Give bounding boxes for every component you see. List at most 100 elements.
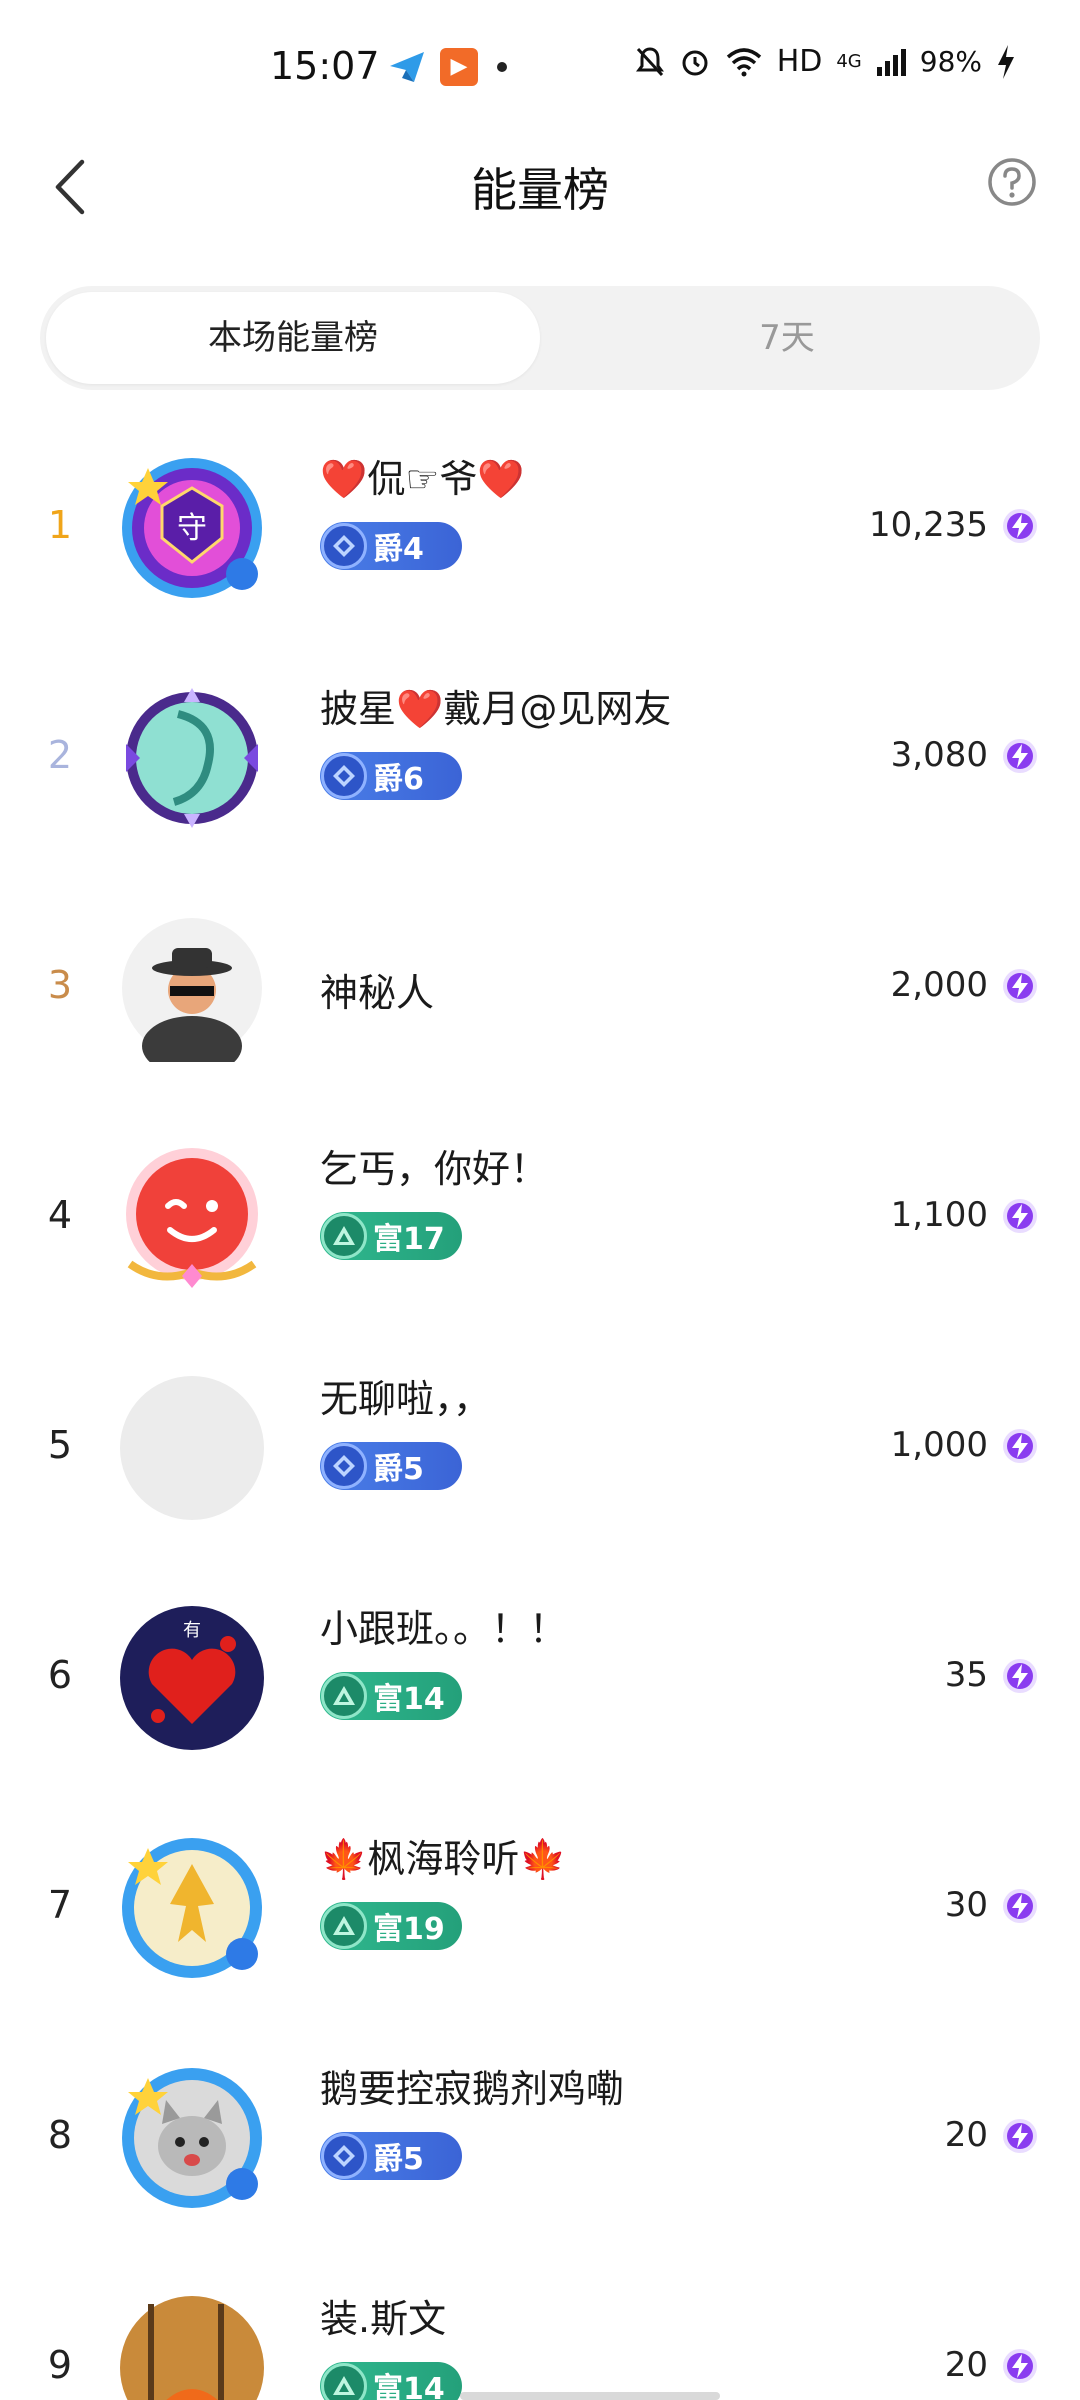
status-indicators: HD 4G 98% bbox=[635, 44, 1016, 79]
charging-icon bbox=[998, 44, 1014, 79]
wealth-level-badge: 富19 bbox=[320, 1902, 462, 1950]
energy-bolt-icon bbox=[1002, 1198, 1038, 1234]
noble-badge-icon bbox=[321, 523, 367, 569]
battery-label: 98% bbox=[919, 45, 982, 78]
leaderboard-row[interactable]: 4 乞丐，你好！ 富17 1,100 bbox=[0, 1100, 1080, 1330]
noble-badge-icon bbox=[321, 753, 367, 799]
noble-badge-icon bbox=[321, 2133, 367, 2179]
leaderboard-row[interactable]: 1 守 ❤️侃☞爷❤️ 爵4 10,235 bbox=[0, 410, 1080, 640]
wealth-badge-icon bbox=[321, 2363, 367, 2400]
network-label: HD bbox=[776, 44, 823, 79]
energy-bolt-icon bbox=[1002, 2348, 1038, 2384]
badge-label: 爵6 bbox=[373, 762, 424, 797]
rank-number: 8 bbox=[47, 2113, 73, 2157]
page-title: 能量榜 bbox=[471, 163, 609, 217]
leaderboard-tabs: 本场能量榜 7天 bbox=[40, 286, 1040, 390]
notification-dot bbox=[497, 62, 507, 72]
user-name: 小跟班。。！！ bbox=[320, 1607, 568, 1651]
rank-number: 1 bbox=[47, 503, 73, 547]
noble-level-badge: 爵6 bbox=[320, 752, 462, 800]
badge-label: 富14 bbox=[373, 1682, 445, 1717]
energy-bolt-icon bbox=[1002, 968, 1038, 1004]
page-header: 能量榜 bbox=[0, 130, 1080, 240]
video-app-icon: ▶ bbox=[440, 48, 478, 86]
user-name: 装.斯文 bbox=[320, 2297, 447, 2341]
energy-bolt-icon bbox=[1002, 1888, 1038, 1924]
badge-label: 富19 bbox=[373, 1912, 445, 1947]
leaderboard-row[interactable]: 2 披星❤️戴月@见网友 爵6 3,080 bbox=[0, 640, 1080, 870]
signal-bars-icon bbox=[876, 48, 906, 76]
leaderboard-row[interactable]: 3 神秘人 2,000 bbox=[0, 870, 1080, 1100]
energy-score: 2,000 bbox=[890, 965, 988, 1005]
user-name: ❤️侃☞爷❤️ bbox=[320, 457, 525, 501]
status-bar: 15:07 ▶ HD 4G 98% bbox=[0, 0, 1080, 130]
rank-number: 4 bbox=[47, 1193, 73, 1237]
user-name: 🍁枫海聆听🍁 bbox=[320, 1837, 567, 1881]
svg-text:有: 有 bbox=[183, 1620, 201, 1641]
user-name: 鹅要控寂鹅剂鸡嘞 bbox=[320, 2067, 625, 2111]
noble-badge-icon bbox=[321, 1443, 367, 1489]
noble-level-badge: 爵5 bbox=[320, 2132, 462, 2180]
energy-score: 3,080 bbox=[890, 735, 988, 775]
wifi-icon bbox=[726, 47, 761, 76]
avatar[interactable] bbox=[118, 914, 266, 1076]
rank-number: 3 bbox=[47, 963, 73, 1007]
rank-number: 2 bbox=[47, 733, 73, 777]
wealth-level-badge: 富14 bbox=[320, 1672, 462, 1720]
signal-label: 4G bbox=[836, 51, 862, 72]
avatar[interactable] bbox=[118, 1374, 266, 1522]
leaderboard-row[interactable]: 5 无聊啦，， 爵5 1,000 bbox=[0, 1330, 1080, 1560]
avatar[interactable] bbox=[118, 2064, 266, 2212]
energy-score: 30 bbox=[944, 1885, 988, 1925]
energy-score: 20 bbox=[944, 2345, 988, 2385]
leaderboard-row[interactable]: 7 🍁枫海聆听🍁 富19 30 bbox=[0, 1790, 1080, 2020]
leaderboard-row[interactable]: 6 有 小跟班。。！！ 富14 35 bbox=[0, 1560, 1080, 1790]
wealth-badge-icon bbox=[321, 1213, 367, 1259]
leaderboard-row[interactable]: 9 装.斯文富14 20 bbox=[0, 2250, 1080, 2400]
avatar[interactable] bbox=[118, 2294, 266, 2400]
avatar[interactable]: 守 bbox=[118, 454, 266, 602]
avatar[interactable]: 有 bbox=[118, 1604, 266, 1752]
user-name: 无聊啦，， bbox=[320, 1377, 492, 1421]
paper-plane-icon bbox=[390, 52, 424, 82]
noble-level-badge: 爵4 bbox=[320, 522, 462, 570]
avatar[interactable] bbox=[118, 1144, 266, 1292]
leaderboard-row[interactable]: 8 鹅要控寂鹅剂鸡嘞爵5 20 bbox=[0, 2020, 1080, 2250]
energy-score: 10,235 bbox=[869, 505, 988, 545]
badge-label: 富14 bbox=[373, 2372, 445, 2400]
badge-label: 富17 bbox=[373, 1222, 445, 1257]
tab-current-session[interactable]: 本场能量榜 bbox=[46, 292, 540, 384]
badge-label: 爵4 bbox=[373, 532, 424, 567]
mute-bell-icon bbox=[635, 46, 664, 76]
energy-score: 1,100 bbox=[890, 1195, 988, 1235]
wealth-level-badge: 富14 bbox=[320, 2362, 462, 2400]
rank-number: 7 bbox=[47, 1883, 73, 1927]
badge-label: 爵5 bbox=[373, 2142, 424, 2177]
energy-bolt-icon bbox=[1002, 738, 1038, 774]
rank-number: 9 bbox=[47, 2343, 73, 2387]
wealth-badge-icon bbox=[321, 1903, 367, 1949]
rank-number: 6 bbox=[47, 1653, 73, 1697]
energy-score: 35 bbox=[944, 1655, 988, 1695]
wealth-level-badge: 富17 bbox=[320, 1212, 462, 1260]
user-name: 乞丐，你好！ bbox=[320, 1147, 549, 1191]
energy-bolt-icon bbox=[1002, 2118, 1038, 2154]
energy-score: 20 bbox=[944, 2115, 988, 2155]
energy-score: 1,000 bbox=[890, 1425, 988, 1465]
scroll-indicator bbox=[460, 2392, 720, 2400]
alarm-icon bbox=[682, 50, 708, 75]
energy-bolt-icon bbox=[1002, 1428, 1038, 1464]
badge-label: 爵5 bbox=[373, 1452, 424, 1487]
wealth-badge-icon bbox=[321, 1673, 367, 1719]
tab-7-days[interactable]: 7天 bbox=[540, 292, 1034, 384]
avatar[interactable] bbox=[118, 684, 266, 832]
svg-text:守: 守 bbox=[177, 511, 207, 546]
energy-bolt-icon bbox=[1002, 1658, 1038, 1694]
avatar[interactable] bbox=[118, 1834, 266, 1982]
rank-number: 5 bbox=[47, 1423, 73, 1467]
status-time: 15:07 bbox=[270, 44, 380, 88]
help-icon[interactable] bbox=[986, 156, 1038, 208]
noble-level-badge: 爵5 bbox=[320, 1442, 462, 1490]
user-name: 神秘人 bbox=[320, 971, 435, 1015]
energy-bolt-icon bbox=[1002, 508, 1038, 544]
